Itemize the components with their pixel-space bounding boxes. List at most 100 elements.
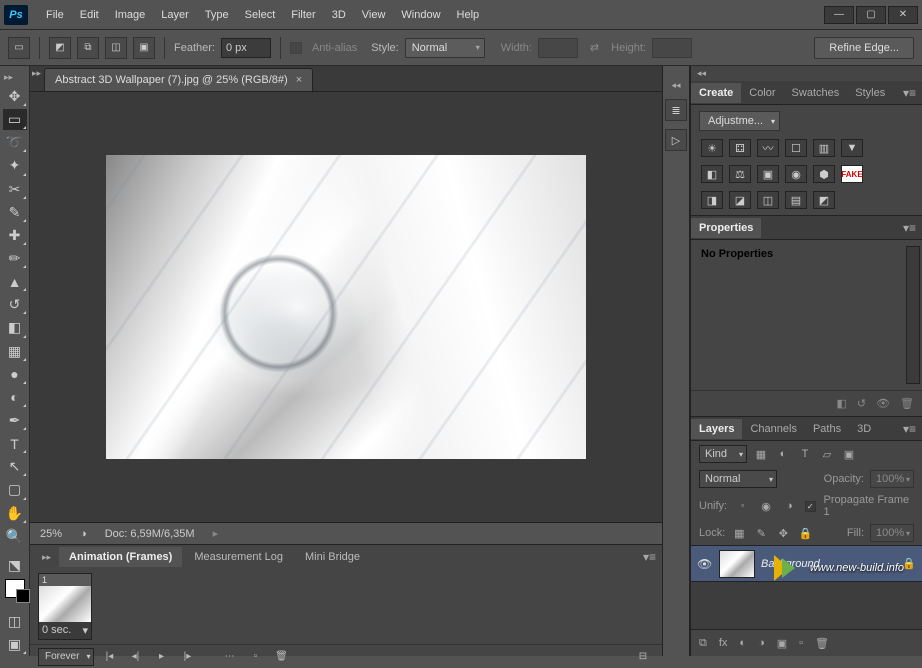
menu-select[interactable]: Select — [237, 5, 284, 25]
eyedropper-tool[interactable]: ✎ — [3, 202, 27, 223]
channel-mixer-icon[interactable]: ◉ — [785, 165, 807, 183]
menu-layer[interactable]: Layer — [153, 5, 197, 25]
adjustment-preset-dropdown[interactable]: Adjustme... — [699, 111, 780, 131]
animation-frame-1[interactable]: 1 0 sec.▾ — [38, 573, 92, 640]
menu-edit[interactable]: Edit — [72, 5, 107, 25]
color-balance-icon[interactable]: ◧ — [701, 165, 723, 183]
anim-panel-menu-icon[interactable]: ▾≡ — [637, 550, 662, 564]
prop-visibility-icon[interactable]: 👁 — [876, 397, 890, 410]
panel-collapse-icon[interactable]: ▸▸ — [32, 68, 41, 79]
document-tab[interactable]: Abstract 3D Wallpaper (7).jpg @ 25% (RGB… — [44, 68, 313, 91]
quickmask-toggle[interactable]: ◫ — [3, 611, 27, 632]
tab-mini-bridge[interactable]: Mini Bridge — [295, 547, 370, 567]
lock-image-icon[interactable]: ✎ — [753, 525, 769, 541]
marquee-tool[interactable]: ▭ — [3, 109, 27, 130]
prop-clip-icon[interactable]: ◧ — [836, 397, 846, 410]
layer-name-label[interactable]: Background — [761, 558, 896, 570]
gradient-map-icon[interactable]: ▤ — [785, 191, 807, 209]
vibrance-icon[interactable]: ▥ — [813, 139, 835, 157]
blend-mode-dropdown[interactable]: Normal — [699, 470, 777, 488]
lock-position-icon[interactable]: ✥ — [775, 525, 791, 541]
layer-row-background[interactable]: 👁 Background 🔒 — [691, 546, 922, 582]
filter-smart-icon[interactable]: ▣ — [841, 446, 857, 462]
toolbox-collapse-icon[interactable]: ▸▸ — [4, 72, 13, 83]
play-button[interactable]: ▸ — [150, 648, 172, 666]
filter-pixel-icon[interactable]: ▦ — [753, 446, 769, 462]
delete-layer-icon[interactable]: 🗑 — [815, 637, 829, 650]
selective-color-icon[interactable]: ◩ — [813, 191, 835, 209]
create-panel-menu-icon[interactable]: ▾≡ — [897, 86, 922, 100]
layer-visibility-icon[interactable]: 👁 — [697, 557, 713, 571]
prev-frame-button[interactable]: ◂| — [124, 648, 146, 666]
menu-type[interactable]: Type — [197, 5, 237, 25]
window-maximize-button[interactable]: ▢ — [856, 6, 886, 24]
eraser-tool[interactable]: ◧ — [3, 317, 27, 338]
tab-paths[interactable]: Paths — [805, 419, 849, 439]
layer-fx-icon[interactable]: fx — [719, 637, 728, 649]
tab-animation-frames[interactable]: Animation (Frames) — [59, 547, 182, 567]
dock-icon-history[interactable]: ≣ — [665, 99, 687, 121]
tween-button[interactable]: ⋯ — [218, 648, 240, 666]
filter-shape-icon[interactable]: ▱ — [819, 446, 835, 462]
tab-create[interactable]: Create — [691, 83, 741, 103]
layer-mask-icon[interactable]: ◐ — [739, 637, 746, 649]
history-brush-tool[interactable]: ↺ — [3, 294, 27, 315]
tab-properties[interactable]: Properties — [691, 218, 761, 238]
levels-icon[interactable]: ⚃ — [729, 139, 751, 157]
type-tool[interactable]: T — [3, 433, 27, 454]
timeline-mode-toggle[interactable]: ⊟ — [632, 648, 654, 666]
menu-help[interactable]: Help — [449, 5, 488, 25]
feather-input[interactable] — [221, 38, 271, 58]
next-frame-button[interactable]: |▸ — [176, 648, 198, 666]
canvas-viewport[interactable] — [30, 92, 662, 522]
subtract-selection-button[interactable]: ◫ — [105, 37, 127, 59]
brush-tool[interactable]: ✏ — [3, 248, 27, 269]
menu-window[interactable]: Window — [393, 5, 448, 25]
lasso-tool[interactable]: ➰ — [3, 132, 27, 153]
new-group-icon[interactable]: ▣ — [777, 637, 787, 650]
tool-preset-picker[interactable]: ▭ — [8, 37, 30, 59]
layers-menu-icon[interactable]: ▾≡ — [897, 422, 922, 436]
loop-dropdown[interactable]: Forever — [38, 648, 94, 666]
screenmode-toggle[interactable]: ▣ — [3, 634, 27, 655]
zoom-tool[interactable]: 🔍 — [3, 526, 27, 547]
tab-channels[interactable]: Channels — [742, 419, 804, 439]
link-layers-icon[interactable]: ⧉ — [699, 637, 707, 650]
window-minimize-button[interactable]: — — [824, 6, 854, 24]
propagate-checkbox[interactable]: ✓ — [805, 501, 816, 512]
first-frame-button[interactable]: |◂ — [98, 648, 120, 666]
menu-view[interactable]: View — [354, 5, 394, 25]
threshold-icon[interactable]: ◫ — [757, 191, 779, 209]
dodge-tool[interactable]: ◐ — [3, 387, 27, 408]
photo-filter-icon[interactable]: ▣ — [757, 165, 779, 183]
quick-select-tool[interactable]: ✦ — [3, 155, 27, 176]
unify-visibility-icon[interactable]: ◉ — [758, 498, 773, 514]
curves-icon[interactable]: 〰 — [757, 139, 779, 157]
posterize-icon[interactable]: ◪ — [729, 191, 751, 209]
status-preview-icon[interactable]: ◑ — [80, 528, 87, 540]
unify-position-icon[interactable]: ◦ — [735, 498, 750, 514]
shape-tool[interactable]: ▢ — [3, 479, 27, 500]
intersect-selection-button[interactable]: ▣ — [133, 37, 155, 59]
frame-delay[interactable]: 0 sec.▾ — [39, 622, 91, 639]
menu-filter[interactable]: Filter — [283, 5, 323, 25]
menu-file[interactable]: File — [38, 5, 72, 25]
new-fill-adjust-icon[interactable]: ◑ — [758, 637, 765, 649]
color-swap-icon[interactable]: ⬔ — [3, 555, 27, 576]
duplicate-frame-button[interactable]: ▫ — [244, 648, 266, 666]
zoom-level[interactable]: 25% — [40, 528, 62, 540]
properties-scrollbar[interactable] — [906, 246, 920, 384]
tab-styles[interactable]: Styles — [847, 83, 893, 103]
filter-type-icon[interactable]: T — [797, 446, 813, 462]
prop-reset-icon[interactable]: ↺ — [857, 397, 866, 410]
color-lookup-icon[interactable]: ⬢ — [813, 165, 835, 183]
add-selection-button[interactable]: ⧉ — [77, 37, 99, 59]
new-layer-icon[interactable]: ▫ — [799, 637, 803, 649]
menu-3d[interactable]: 3D — [324, 5, 354, 25]
gradient-tool[interactable]: ▦ — [3, 341, 27, 362]
window-close-button[interactable]: ✕ — [888, 6, 918, 24]
move-tool[interactable]: ✥ — [3, 86, 27, 107]
tab-measurement-log[interactable]: Measurement Log — [184, 547, 293, 567]
prop-delete-icon[interactable]: 🗑 — [900, 397, 914, 410]
exposure-icon[interactable]: ☐ — [785, 139, 807, 157]
